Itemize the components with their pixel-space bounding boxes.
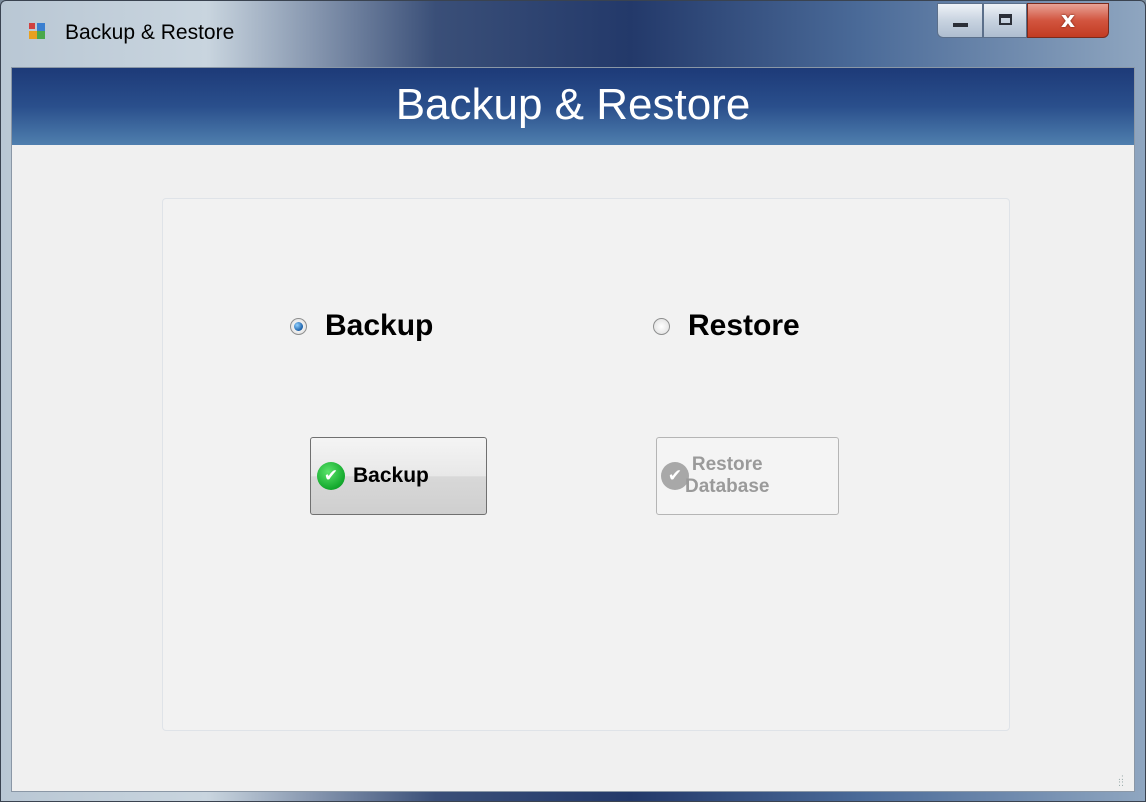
restore-button-label: Restore Database [685, 454, 770, 498]
restore-button-line2: Database [685, 476, 770, 497]
app-icon [29, 23, 49, 43]
window-title: Backup & Restore [65, 21, 235, 44]
minimize-button[interactable] [937, 3, 983, 38]
backup-radio-label[interactable]: Backup [325, 309, 433, 343]
backup-radio[interactable]: Backup [290, 309, 433, 343]
check-circle-icon: ✔ [317, 462, 345, 490]
backup-radio-circle[interactable] [290, 317, 307, 335]
app-window: Backup & Restore x Backup & Restore Back… [0, 0, 1146, 802]
close-icon: x [1060, 8, 1076, 33]
restore-database-button[interactable]: ✔ Restore Database [656, 437, 839, 515]
maximize-button[interactable] [983, 3, 1027, 38]
minimize-icon [953, 23, 968, 27]
maximize-icon [999, 14, 1012, 25]
restore-button-line1: Restore [691, 454, 763, 475]
restore-radio[interactable]: Restore [653, 309, 800, 343]
backup-button-label: Backup [353, 464, 429, 487]
backup-button[interactable]: ✔ Backup [310, 437, 487, 515]
resize-grip-icon[interactable]: .::: [1118, 774, 1130, 789]
header-banner: Backup & Restore [12, 68, 1134, 145]
restore-radio-label[interactable]: Restore [688, 309, 800, 343]
close-button[interactable]: x [1027, 3, 1109, 38]
title-bar[interactable]: Backup & Restore x [1, 1, 1145, 63]
page-title: Backup & Restore [395, 80, 751, 129]
client-area: Backup & Restore Backup Restore ✔ Backup… [11, 67, 1135, 792]
options-panel: Backup Restore ✔ Backup ✔ Restore Databa… [162, 198, 1010, 731]
restore-radio-circle[interactable] [653, 317, 670, 335]
